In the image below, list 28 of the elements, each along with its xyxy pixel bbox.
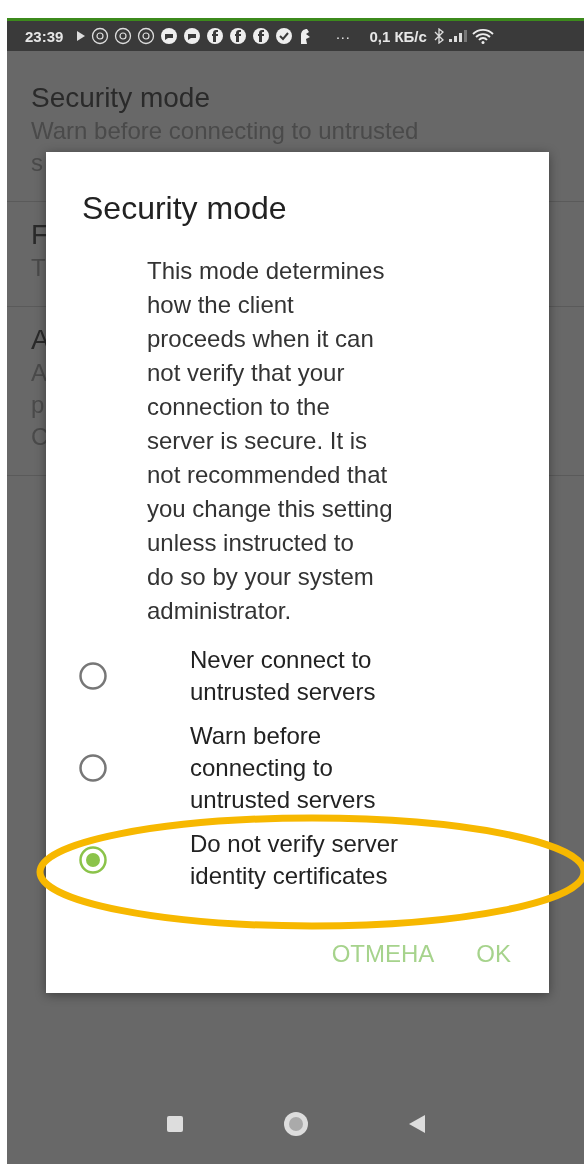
bluetooth-icon — [433, 28, 444, 44]
status-time: 23:39 — [25, 27, 64, 45]
dialog-message: This mode determines how the client proceeds when it can not verify that your connection to the server is secure. It is not recommended that you change this setting unless instructed to do so by your system administrator. — [147, 256, 393, 626]
notification-icon — [91, 27, 110, 45]
back-icon[interactable] — [408, 1115, 425, 1133]
home-icon[interactable] — [282, 1111, 309, 1137]
social-icon — [206, 27, 225, 45]
recents-icon[interactable] — [166, 1116, 183, 1132]
setting-title: F — [31, 218, 49, 252]
option-label[interactable]: Warn before connecting to untrusted servers — [190, 720, 425, 816]
play-icon — [76, 30, 87, 42]
social-icon — [252, 27, 271, 45]
option-label[interactable]: Never connect to untrusted servers — [190, 644, 425, 708]
message-icon — [160, 27, 179, 45]
radio-button[interactable] — [78, 661, 108, 691]
notification-icon — [137, 27, 156, 45]
signal-icon — [448, 30, 467, 42]
notification-icon — [114, 27, 133, 45]
dialog-title: Security mode — [82, 189, 288, 228]
more-notifications: ··· — [335, 27, 351, 45]
message-icon — [183, 27, 202, 45]
network-speed: 0,1 КБ/с — [369, 27, 427, 45]
wifi-icon — [471, 28, 494, 44]
radio-button[interactable] — [78, 753, 108, 783]
check-icon — [275, 27, 294, 45]
social-icon — [229, 27, 248, 45]
radio-button[interactable] — [78, 845, 108, 875]
setting-title: Security mode — [31, 81, 210, 115]
